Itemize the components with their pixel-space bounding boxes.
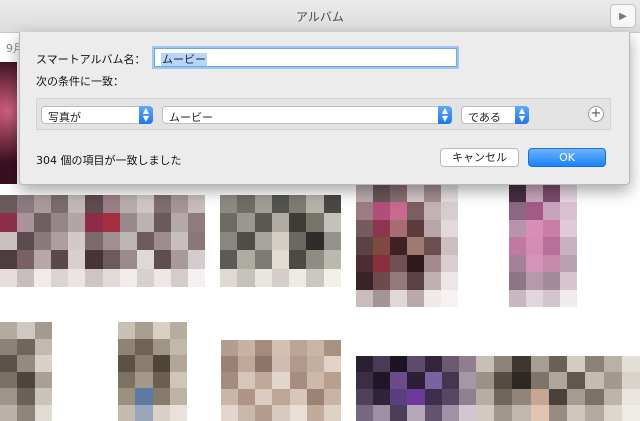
operator-select[interactable]: である ▲ ▼ — [461, 106, 529, 124]
photo-thumbnail[interactable] — [0, 322, 52, 421]
match-count-text: 304 個の項目が一致しました — [36, 154, 182, 167]
ok-button[interactable]: OK — [528, 148, 606, 167]
photo-thumbnail[interactable] — [118, 322, 187, 421]
field-select[interactable]: 写真が ▲ ▼ — [41, 106, 153, 124]
smart-album-dialog: スマートアルバム名： ムービー 次の条件に一致： 写真が ▲ ▼ ムービー ▲ ▼ … — [19, 32, 630, 185]
album-name-label: スマートアルバム名： — [36, 53, 146, 66]
updown-chevron-icon: ▲ ▼ — [515, 106, 529, 124]
operator-select-value: である — [468, 111, 501, 124]
photo-thumbnail[interactable] — [356, 185, 458, 307]
photo-thumbnail[interactable] — [220, 195, 341, 287]
value-select[interactable]: ムービー ▲ ▼ — [162, 106, 452, 124]
plus-circle-icon[interactable]: + — [588, 106, 604, 122]
field-select-value: 写真が — [48, 111, 81, 124]
updown-chevron-icon: ▲ ▼ — [438, 106, 452, 124]
cancel-button[interactable]: キャンセル — [440, 148, 519, 167]
photo-thumbnail[interactable] — [356, 356, 476, 421]
album-name-input[interactable]: ムービー — [154, 48, 457, 67]
album-name-value: ムービー — [161, 53, 207, 66]
photo-thumbnail[interactable] — [0, 195, 205, 287]
match-conditions-label: 次の条件に一致： — [36, 75, 124, 88]
updown-chevron-icon: ▲ ▼ — [139, 106, 153, 124]
photo-thumbnail[interactable] — [0, 62, 17, 184]
photo-thumbnail[interactable] — [221, 340, 341, 421]
rule-row: 写真が ▲ ▼ ムービー ▲ ▼ である ▲ ▼ + — [36, 98, 611, 130]
photo-thumbnail[interactable] — [509, 185, 577, 307]
photo-thumbnail[interactable] — [476, 356, 640, 421]
value-select-value: ムービー — [169, 111, 213, 124]
